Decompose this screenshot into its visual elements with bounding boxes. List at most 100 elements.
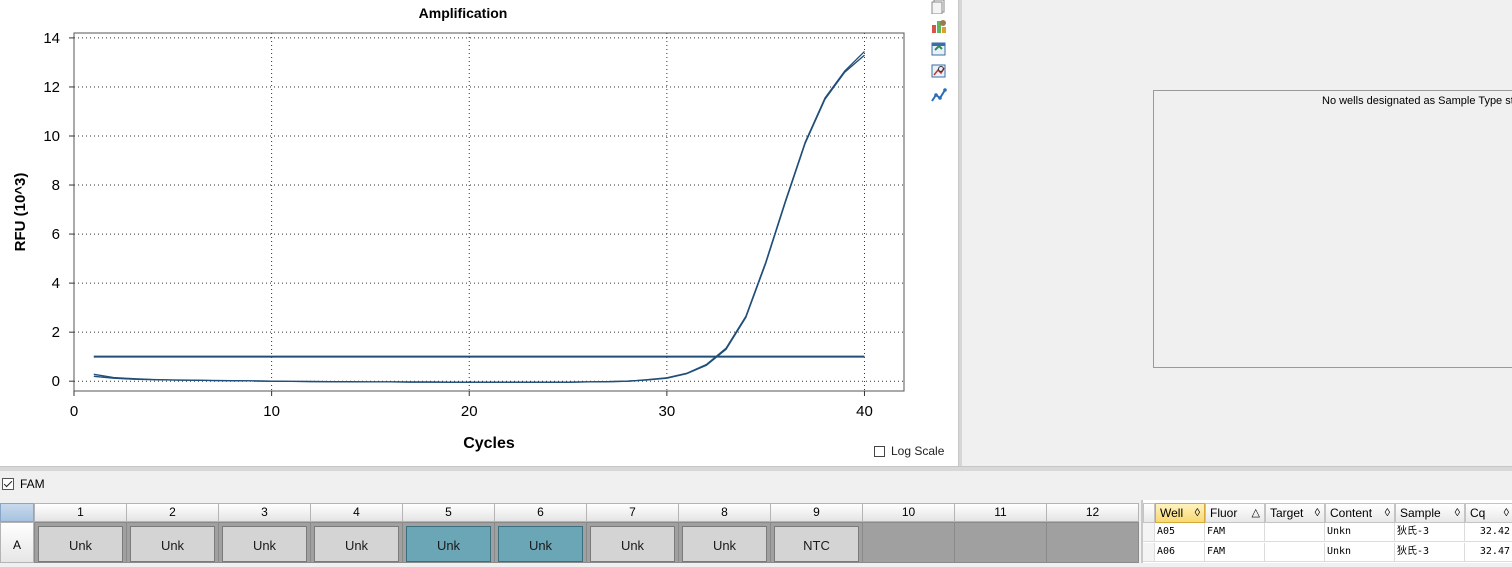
x-axis-label: Cycles: [463, 435, 515, 452]
plate-column-header-9[interactable]: 9: [770, 503, 863, 522]
plate-well-a11[interactable]: [954, 522, 1047, 563]
plate-select-all[interactable]: [0, 503, 34, 522]
column-header-well[interactable]: Well ◊: [1155, 503, 1205, 523]
plate-well-a4[interactable]: Unk: [310, 522, 403, 563]
table-cell-target[interactable]: [1265, 543, 1325, 562]
sort-icon[interactable]: ◊: [1385, 504, 1390, 522]
plate-well-a1[interactable]: Unk: [34, 522, 127, 563]
column-header-label: Target: [1270, 506, 1304, 520]
well-results-table: Well ◊ Fluor △ Target ◊ Content ◊ Sample ◊ Cq ◊ A05 F…: [1141, 500, 1512, 563]
plate-column-header-1[interactable]: 1: [34, 503, 127, 522]
table-cell-sample[interactable]: 狄氏-3: [1395, 543, 1465, 562]
plate-column-header-6[interactable]: 6: [494, 503, 587, 522]
standard-curve-message: No wells designated as Sample Type sta: [1322, 95, 1512, 107]
plate-row-header-a[interactable]: A: [0, 522, 34, 563]
amplification-curve-2[interactable]: [93, 50, 865, 383]
plate-well-a9[interactable]: NTC: [770, 522, 863, 563]
plate-well-a10[interactable]: [862, 522, 955, 563]
plate-well-a3[interactable]: Unk: [218, 522, 311, 563]
sort-icon[interactable]: △: [1252, 504, 1260, 522]
plate-column-header-2[interactable]: 2: [126, 503, 219, 522]
sort-icon[interactable]: ◊: [1455, 504, 1460, 522]
copy-icon[interactable]: [929, 0, 949, 18]
y-tick-label: 4: [52, 275, 60, 292]
well-content-label: Unk: [314, 526, 399, 562]
plate-column-header-12[interactable]: 12: [1046, 503, 1139, 522]
table-row-header[interactable]: [1143, 543, 1155, 562]
y-tick-label: 0: [52, 373, 60, 390]
plate-column-header-8[interactable]: 8: [678, 503, 771, 522]
chart-toolbar: [927, 0, 951, 110]
column-header-label: Cq: [1470, 506, 1486, 520]
plate-column-header-4[interactable]: 4: [310, 503, 403, 522]
table-cell-well[interactable]: A06: [1155, 543, 1205, 562]
amplification-curve-1[interactable]: [93, 54, 865, 383]
column-header-fluor[interactable]: Fluor △: [1205, 503, 1265, 523]
table-cell-cq[interactable]: 32.42: [1465, 523, 1512, 542]
plate-well-a7[interactable]: Unk: [586, 522, 679, 563]
well-content-label: Unk: [406, 526, 491, 562]
plate-column-header-7[interactable]: 7: [586, 503, 679, 522]
table-cell-cq[interactable]: 32.47: [1465, 543, 1512, 562]
y-tick-label: 2: [52, 324, 60, 341]
plate-well-a2[interactable]: Unk: [126, 522, 219, 563]
y-tick-label: 8: [52, 177, 60, 194]
y-tick-label: 10: [43, 128, 60, 145]
log-scale-toggle[interactable]: Log Scale: [874, 444, 944, 458]
chart-settings-icon[interactable]: [929, 17, 949, 35]
table-cell-content[interactable]: Unkn: [1325, 543, 1395, 562]
series-layer[interactable]: [93, 50, 865, 383]
plate-well-a8[interactable]: Unk: [678, 522, 771, 563]
table-cell-target[interactable]: [1265, 523, 1325, 542]
well-content-label: Unk: [498, 526, 583, 562]
export-icon[interactable]: [929, 40, 949, 58]
column-header-target[interactable]: Target ◊: [1265, 503, 1325, 523]
x-tick-label: 30: [659, 403, 676, 420]
x-tick-label: 40: [856, 403, 873, 420]
table-cell-sample[interactable]: 狄氏-3: [1395, 523, 1465, 542]
well-content-label: Unk: [590, 526, 675, 562]
amplification-chart[interactable]: Amplification 0 10 20 30 40 0 2 4 6 8 10 12 14 Cycle…: [0, 0, 925, 466]
x-tick-label: 20: [461, 403, 478, 420]
amplification-chart-pane: Amplification 0 10 20 30 40 0 2 4 6 8 10 12 14 Cycle…: [0, 0, 958, 468]
zoom-icon[interactable]: [929, 62, 949, 80]
column-header-cq[interactable]: Cq ◊: [1465, 503, 1512, 523]
log-scale-checkbox[interactable]: [874, 445, 885, 457]
well-content-label: Unk: [38, 526, 123, 562]
column-header-label: Fluor: [1210, 506, 1238, 520]
well-content-label: NTC: [774, 526, 859, 562]
x-tick-label: 10: [263, 403, 280, 420]
fam-checkbox[interactable]: [2, 478, 14, 490]
y-tick-label: 12: [43, 79, 60, 96]
plate-well-a12[interactable]: [1046, 522, 1139, 563]
table-cell-well[interactable]: A05: [1155, 523, 1205, 542]
y-axis-label: RFU (10^3): [12, 173, 29, 252]
sort-icon[interactable]: ◊: [1195, 504, 1200, 522]
axis-ticks: 0 10 20 30 40 0 2 4 6 8 10 12 14: [43, 30, 873, 420]
log-scale-label: Log Scale: [891, 444, 945, 458]
table-cell-fluor[interactable]: FAM: [1205, 543, 1265, 562]
fam-label: FAM: [20, 477, 45, 491]
standard-curve-pane: No wells designated as Sample Type sta: [962, 0, 1512, 468]
tools-icon[interactable]: [929, 86, 949, 104]
plate-column-header-10[interactable]: 10: [862, 503, 955, 522]
plate-column-header-3[interactable]: 3: [218, 503, 311, 522]
column-header-label: Sample: [1400, 506, 1441, 520]
well-content-label: Unk: [682, 526, 767, 562]
column-header-content[interactable]: Content ◊: [1325, 503, 1395, 523]
table-cell-fluor[interactable]: FAM: [1205, 523, 1265, 542]
column-header-sample[interactable]: Sample ◊: [1395, 503, 1465, 523]
well-content-label: Unk: [222, 526, 307, 562]
plate-column-header-11[interactable]: 11: [954, 503, 1047, 522]
plate-well-a6[interactable]: Unk: [494, 522, 587, 563]
chart-grid: [74, 33, 904, 391]
plate-column-header-5[interactable]: 5: [402, 503, 495, 522]
y-tick-label: 6: [52, 226, 60, 243]
sort-icon[interactable]: ◊: [1504, 504, 1509, 522]
standard-curve-panel: No wells designated as Sample Type sta: [1153, 90, 1512, 368]
table-row-header[interactable]: [1143, 523, 1155, 542]
plate-well-a5[interactable]: Unk: [402, 522, 495, 563]
table-cell-content[interactable]: Unkn: [1325, 523, 1395, 542]
sort-icon[interactable]: ◊: [1315, 504, 1320, 522]
well-content-label: Unk: [130, 526, 215, 562]
